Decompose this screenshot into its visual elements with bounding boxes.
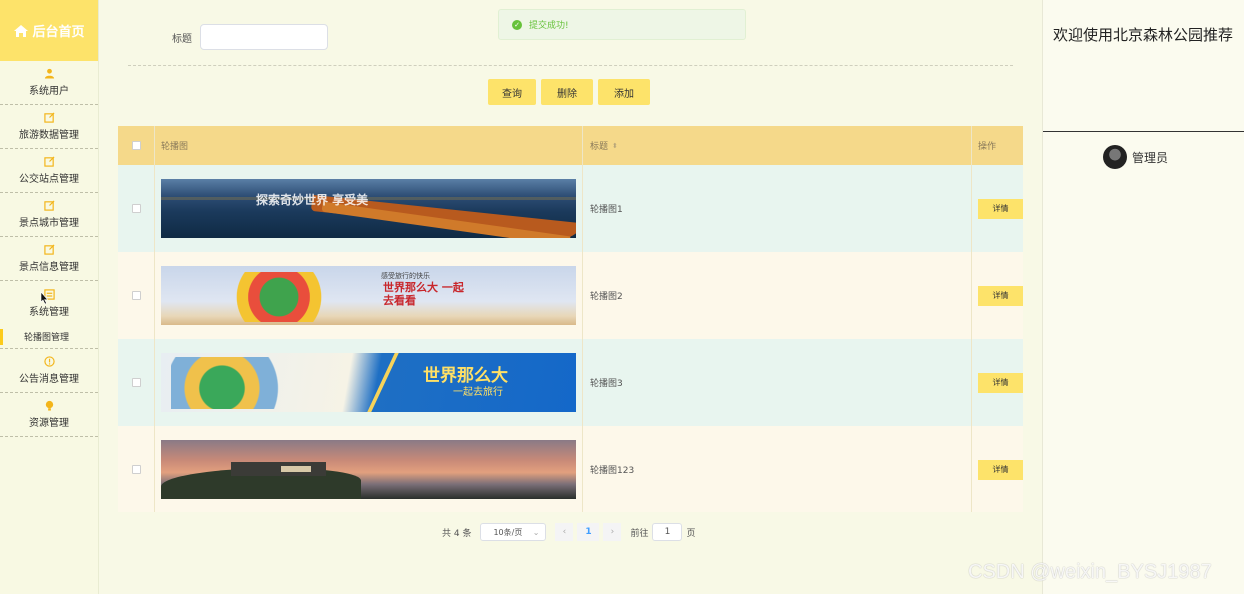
page-suffix: 页 — [686, 528, 696, 539]
home-icon — [14, 24, 29, 37]
sidebar-item-announcements[interactable]: 公告消息管理 — [0, 349, 98, 393]
sidebar-item-label: 景点信息管理 — [19, 262, 79, 273]
sidebar: 后台首页 系统用户 旅游数据管理 公交站点管理 景点城市管理 景点信息管理 系统… — [0, 0, 99, 594]
table-row: 轮播图123 详情 — [118, 426, 1023, 512]
carousel-table: 轮播图 标题 ⬍ 操作 探索奇妙世界 享受美 轮播图1 详情 感受旅行的快乐 世… — [118, 126, 1023, 512]
mouse-cursor-icon — [40, 292, 48, 304]
table-row: 感受旅行的快乐 世界那么大 一起去看看 轮播图2 详情 — [118, 252, 1023, 339]
divider — [1043, 131, 1244, 132]
search-label: 标题 — [172, 33, 192, 45]
carousel-image: 感受旅行的快乐 世界那么大 一起去看看 — [161, 266, 576, 325]
sidebar-item-travel-data[interactable]: 旅游数据管理 — [0, 105, 98, 149]
banner-subcaption: 一起去旅行 — [453, 387, 503, 398]
sort-icon[interactable]: ⬍ — [612, 142, 618, 150]
username: 管理员 — [1132, 150, 1169, 165]
page-number-1[interactable]: 1 — [577, 523, 600, 541]
sidebar-item-system-users[interactable]: 系统用户 — [0, 61, 98, 105]
sidebar-subitem-carousel[interactable]: 轮播图管理 — [0, 325, 98, 349]
edit-icon — [43, 112, 55, 123]
row-title: 轮播图2 — [590, 292, 623, 302]
user-icon — [44, 68, 54, 79]
title-search-input[interactable] — [200, 24, 328, 50]
sidebar-item-label: 旅游数据管理 — [19, 130, 79, 141]
row-title: 轮播图3 — [590, 379, 623, 389]
banner-subcaption: 感受旅行的快乐 — [381, 272, 430, 280]
banner-caption: 世界那么大 一起去看看 — [383, 281, 464, 307]
sidebar-item-label: 资源管理 — [29, 418, 69, 429]
add-button[interactable]: 添加 — [598, 79, 650, 105]
query-button[interactable]: 查询 — [488, 79, 536, 105]
sidebar-item-label: 公交站点管理 — [19, 174, 79, 185]
sidebar-subitem-label: 轮播图管理 — [24, 333, 70, 343]
success-toast: ✓ 提交成功! — [498, 9, 746, 40]
row-title: 轮播图123 — [590, 466, 635, 476]
goto-label: 前往 — [630, 528, 649, 539]
right-panel: 欢迎使用北京森林公园推荐 管理员 — [1042, 0, 1244, 594]
avatar — [1103, 145, 1127, 169]
check-circle-icon: ✓ — [512, 19, 522, 30]
sidebar-item-scenic-info[interactable]: 景点信息管理 — [0, 237, 98, 281]
total-count: 共 4 条 — [442, 528, 472, 539]
page-size-value: 10条/页 — [493, 527, 523, 537]
goto-page-input[interactable]: 1 — [652, 523, 683, 541]
sidebar-item-bus-stops[interactable]: 公交站点管理 — [0, 149, 98, 193]
prev-page-button[interactable]: ‹ — [555, 523, 574, 541]
main-content: 标题 ✓ 提交成功! 查询 删除 添加 轮播图 标题 ⬍ 操作 探索奇妙世界 享… — [100, 0, 1042, 594]
carousel-image: 探索奇妙世界 享受美 — [161, 179, 576, 238]
sidebar-item-label: 公告消息管理 — [19, 374, 79, 385]
divider — [128, 65, 1013, 66]
row-checkbox[interactable] — [131, 204, 141, 213]
sidebar-item-system-management[interactable]: 系统管理 — [0, 281, 98, 325]
welcome-message: 欢迎使用北京森林公园推荐 — [1053, 26, 1234, 44]
brand-title: 后台首页 — [32, 25, 85, 40]
info-icon — [43, 356, 55, 367]
row-title: 轮播图1 — [590, 205, 623, 215]
search-bar: 标题 — [172, 24, 328, 50]
page-size-select[interactable]: 10条/页 ⌄ — [480, 523, 547, 541]
table-row: 探索奇妙世界 享受美 轮播图1 详情 — [118, 165, 1023, 252]
table-header: 轮播图 标题 ⬍ 操作 — [118, 126, 1023, 165]
sidebar-item-label: 景点城市管理 — [19, 218, 79, 229]
detail-button[interactable]: 详情 — [978, 285, 1023, 306]
watermark: CSDN @weixin_BYSJ1987 — [968, 561, 1212, 583]
column-header-image: 轮播图 — [161, 142, 189, 152]
sidebar-item-label: 系统管理 — [29, 306, 69, 318]
sidebar-item-scenic-cities[interactable]: 景点城市管理 — [0, 193, 98, 237]
row-checkbox[interactable] — [131, 378, 141, 387]
next-page-button[interactable]: › — [603, 523, 622, 541]
edit-icon — [43, 156, 55, 167]
detail-button[interactable]: 详情 — [978, 372, 1023, 393]
detail-button[interactable]: 详情 — [978, 459, 1023, 480]
sidebar-item-resources[interactable]: 资源管理 — [0, 393, 98, 437]
table-row: 世界那么大 一起去旅行 轮播图3 详情 — [118, 339, 1023, 426]
select-all-checkbox[interactable] — [131, 141, 141, 150]
pagination: 共 4 条 10条/页 ⌄ ‹ 1 › 前往 1 页 — [442, 523, 695, 541]
sidebar-item-label: 系统用户 — [29, 86, 69, 97]
chevron-down-icon: ⌄ — [532, 527, 540, 537]
banner-caption: 探索奇妙世界 享受美 — [256, 193, 369, 207]
home-link[interactable]: 后台首页 — [0, 0, 98, 61]
edit-icon — [43, 200, 55, 211]
action-buttons: 查询 删除 添加 — [488, 79, 650, 105]
row-checkbox[interactable] — [131, 291, 141, 300]
bulb-icon — [45, 400, 53, 411]
user-info[interactable]: 管理员 — [1103, 145, 1168, 169]
detail-button[interactable]: 详情 — [978, 198, 1023, 219]
row-checkbox[interactable] — [131, 465, 141, 474]
carousel-image — [161, 440, 576, 499]
edit-icon — [43, 244, 55, 255]
delete-button[interactable]: 删除 — [541, 79, 593, 105]
column-header-actions: 操作 — [978, 142, 997, 152]
toast-message: 提交成功! — [529, 21, 569, 31]
carousel-image: 世界那么大 一起去旅行 — [161, 353, 576, 412]
column-header-title[interactable]: 标题 — [590, 139, 608, 152]
